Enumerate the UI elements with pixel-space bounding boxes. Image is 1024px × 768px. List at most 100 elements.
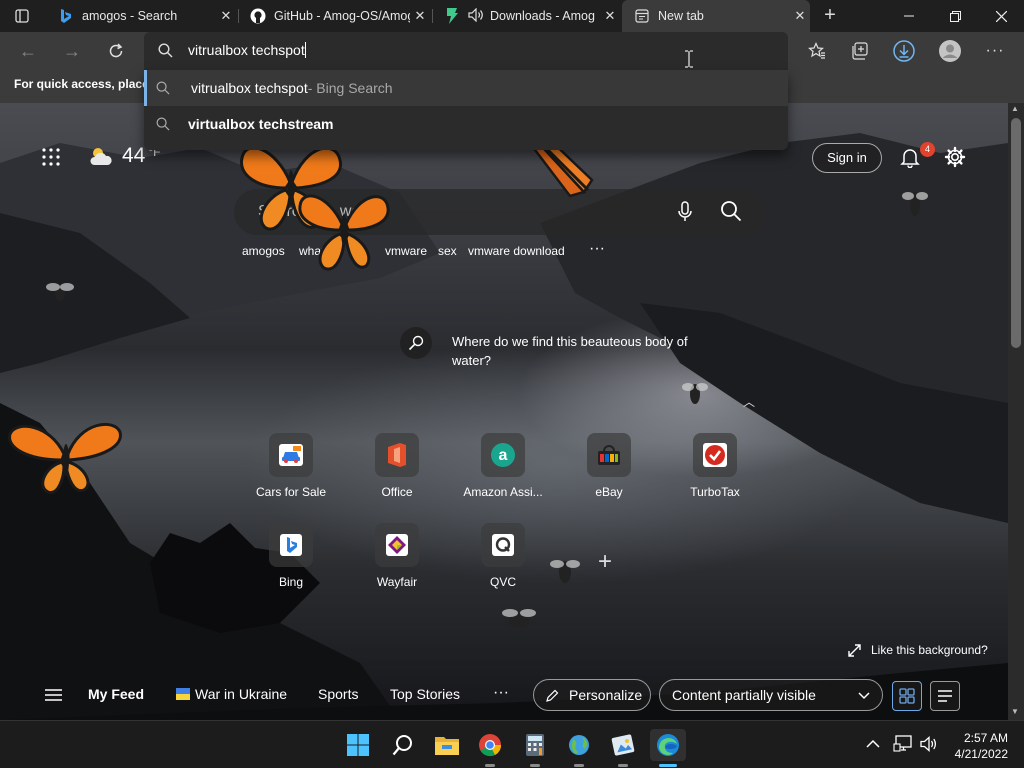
restore-button[interactable] <box>932 0 978 32</box>
trending-more-button[interactable]: ··· <box>589 240 605 258</box>
page-settings-button[interactable] <box>944 146 966 173</box>
butterfly-sprite <box>298 194 390 271</box>
content-visibility-dropdown[interactable]: Content partially visible <box>659 679 883 711</box>
text-caret <box>304 42 306 58</box>
quick-link-cars-for-sale[interactable]: Cars for Sale <box>241 433 341 499</box>
image-search-icon <box>408 335 424 351</box>
cars-for-sale-icon <box>269 433 313 477</box>
qvc-icon <box>481 523 525 567</box>
bing-icon <box>269 523 313 567</box>
sign-in-button[interactable]: Sign in <box>812 143 882 173</box>
chevron-up-icon <box>866 739 880 748</box>
chrome-button[interactable] <box>474 729 506 761</box>
add-quick-link-button[interactable]: + <box>598 548 612 576</box>
bing-icon <box>58 8 74 24</box>
suggestion-item[interactable]: virtualbox techstream <box>144 106 788 142</box>
trending-search-item[interactable]: vmware download <box>468 244 565 258</box>
like-background-button[interactable]: Like this background? <box>848 643 988 657</box>
feed-tab-war-in-ukraine[interactable]: War in Ukraine <box>176 686 287 702</box>
tab-actions-icon <box>15 9 29 23</box>
settings-more-button[interactable]: ··· <box>980 36 1010 66</box>
minimize-button[interactable] <box>886 0 932 32</box>
microphone-icon[interactable] <box>678 201 692 228</box>
quick-link-bing[interactable]: Bing <box>241 523 341 589</box>
photos-app-button[interactable] <box>607 729 639 761</box>
tab-amogos-search[interactable]: amogos - Search ✕ <box>46 0 236 32</box>
close-window-button[interactable] <box>978 0 1024 32</box>
notifications-button[interactable] <box>899 146 921 173</box>
restore-icon <box>949 10 961 22</box>
app-launcher-button[interactable] <box>42 148 60 171</box>
fly-sprite <box>682 383 708 404</box>
active-indicator <box>659 764 677 767</box>
tab-github[interactable]: GitHub - Amog-OS/Amog ✕ <box>238 0 430 32</box>
image-info-button[interactable] <box>400 327 432 359</box>
running-indicator <box>618 764 628 767</box>
profile-button[interactable] <box>935 36 965 66</box>
trending-search-item[interactable]: amogos <box>242 244 285 258</box>
close-icon <box>995 10 1007 22</box>
list-view-button[interactable] <box>930 681 960 711</box>
quick-link-wayfair[interactable]: Wayfair <box>347 523 447 589</box>
downloads-button[interactable] <box>889 36 919 66</box>
globe-app-button[interactable] <box>563 729 595 761</box>
scroll-up-arrow-icon[interactable]: ▲ <box>1011 104 1019 113</box>
edge-icon <box>657 734 679 756</box>
notification-count-badge: 4 <box>920 142 935 157</box>
scroll-down-arrow-icon[interactable]: ▼ <box>1011 707 1019 716</box>
favorites-button[interactable] <box>802 36 832 66</box>
image-question[interactable]: Where do we find this beauteous body of … <box>452 332 722 370</box>
quick-link-turbotax[interactable]: TurboTax <box>665 433 765 499</box>
feed-tab-sports[interactable]: Sports <box>318 686 358 702</box>
back-arrow-icon: ← <box>19 40 37 61</box>
speaker-icon[interactable] <box>468 7 484 25</box>
forward-arrow-icon: → <box>63 40 81 61</box>
chrome-icon <box>479 734 502 757</box>
search-icon <box>158 43 173 63</box>
new-tab-button[interactable]: + <box>818 4 842 28</box>
chevron-up-icon[interactable]: ︿ <box>743 393 755 410</box>
grid-view-icon <box>899 688 915 704</box>
scrollbar-thumb[interactable] <box>1011 118 1021 348</box>
taskbar-search-button[interactable] <box>387 729 419 761</box>
collections-button[interactable] <box>845 36 875 66</box>
edge-button[interactable] <box>650 729 686 761</box>
quick-link-qvc[interactable]: QVC <box>453 523 553 589</box>
quick-link-amazon[interactable]: a Amazon Assi... <box>453 433 553 499</box>
feed-tab-my-feed[interactable]: My Feed <box>88 686 144 702</box>
volume-icon <box>920 736 937 752</box>
running-indicator <box>485 764 495 767</box>
network-status-button[interactable] <box>893 735 913 758</box>
system-clock[interactable]: 2:57 AM 4/21/2022 <box>946 730 1008 762</box>
tab-close-button[interactable]: ✕ <box>216 8 236 24</box>
quick-link-office[interactable]: Office <box>347 433 447 499</box>
partly-cloudy-icon <box>90 148 112 165</box>
forward-button[interactable]: → <box>56 36 88 66</box>
tab-close-button[interactable]: ✕ <box>410 8 430 24</box>
feed-more-button[interactable]: ··· <box>493 684 509 702</box>
running-indicator <box>574 764 584 767</box>
quick-link-ebay[interactable]: eBay <box>559 433 659 499</box>
volume-button[interactable] <box>920 736 938 757</box>
address-input[interactable]: vitrualbox techspot <box>188 42 306 58</box>
tab-new-tab[interactable]: New tab ✕ <box>622 0 810 32</box>
wayfair-icon <box>375 523 419 567</box>
search-submit-icon[interactable] <box>720 200 742 227</box>
tab-downloads[interactable]: Downloads - Amog ✕ <box>432 0 620 32</box>
suggestion-item[interactable]: vitrualbox techspot - Bing Search <box>144 70 788 106</box>
tab-actions-button[interactable] <box>8 5 36 27</box>
back-button[interactable]: ← <box>12 36 44 66</box>
grid-view-button[interactable] <box>892 681 922 711</box>
personalize-button[interactable]: Personalize <box>533 679 651 711</box>
start-button[interactable] <box>342 729 374 761</box>
feed-tab-top-stories[interactable]: Top Stories <box>390 686 460 702</box>
hamburger-menu-icon[interactable] <box>45 688 62 706</box>
refresh-button[interactable] <box>100 36 132 66</box>
calculator-button[interactable] <box>519 729 551 761</box>
show-hidden-icons-button[interactable] <box>866 736 880 754</box>
tab-close-button[interactable]: ✕ <box>600 8 620 24</box>
fly-sprite <box>550 560 580 583</box>
tab-close-button[interactable]: ✕ <box>790 8 810 24</box>
trending-search-item[interactable]: sex <box>438 244 457 258</box>
file-explorer-button[interactable] <box>431 729 463 761</box>
